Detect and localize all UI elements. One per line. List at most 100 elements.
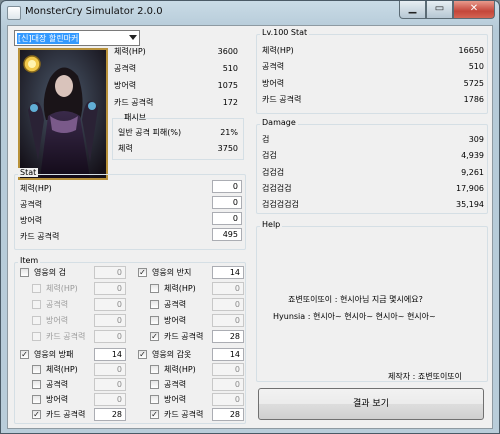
title-bar[interactable]: MonsterCry Simulator 2.0.0 ▁ ▭ ✕ [1, 1, 499, 25]
item-shield-sub-input[interactable]: 0 [94, 393, 126, 406]
lv100-value: 5725 [463, 79, 484, 88]
passive-row: 일반 공격 피해(%) 21% [118, 127, 238, 139]
item-armor-sub-checkbox[interactable] [150, 395, 159, 404]
damage-value: 309 [468, 135, 484, 144]
item-armor-sub-label: 공격력 [164, 380, 187, 389]
item-armor-sub-input[interactable]: 0 [212, 363, 244, 376]
item-shield-sub-input[interactable]: 28 [94, 408, 126, 421]
item-armor-sub-input[interactable]: 0 [212, 393, 244, 406]
damage-value: 17,906 [456, 184, 484, 193]
item-ring-sub-input[interactable]: 0 [212, 314, 244, 327]
item-shield-sub-checkbox[interactable] [32, 395, 41, 404]
card-stat-value: 510 [222, 64, 238, 73]
stat-card-attack-input[interactable]: 495 [212, 228, 242, 241]
item-armor-sub-checkbox[interactable] [150, 365, 159, 374]
damage-label: 검검검 [262, 168, 285, 177]
item-sword-input[interactable]: 0 [94, 266, 126, 279]
item-sword-sub-input[interactable]: 0 [94, 298, 126, 311]
damage-row: 검검 4,939 [262, 150, 484, 162]
item-ring-checkbox[interactable]: ✓ [138, 268, 147, 277]
item-ring-label: 영웅의 반지 [152, 268, 192, 277]
chevron-down-icon[interactable] [129, 35, 137, 40]
maximize-button[interactable]: ▭ [426, 1, 453, 19]
stat-label: 체력(HP) [20, 184, 52, 193]
item-sword-checkbox[interactable] [20, 268, 29, 277]
item-shield-sub-checkbox[interactable] [32, 365, 41, 374]
lv100-label: 카드 공격력 [262, 95, 302, 104]
minimize-button[interactable]: ▁ [399, 1, 426, 19]
item-ring-sub-input[interactable]: 0 [212, 282, 244, 295]
item-shield-sub-input[interactable]: 0 [94, 363, 126, 376]
item-armor-sub-checkbox[interactable]: ✓ [150, 410, 159, 419]
hero-select[interactable]: [신]대장 할린마커 [14, 30, 140, 46]
item-sword-sub-checkbox[interactable] [32, 300, 41, 309]
damage-row: 검검검 9,261 [262, 167, 484, 179]
item-ring-sub-checkbox[interactable]: ✓ [150, 332, 159, 341]
stat-label: 공격력 [20, 200, 43, 209]
lv100-label: 방어력 [262, 79, 285, 88]
card-stat-label: 방어력 [114, 81, 137, 90]
item-ring-input[interactable]: 14 [212, 266, 244, 279]
item-armor-checkbox[interactable]: ✓ [138, 350, 147, 359]
damage-value: 35,194 [456, 200, 484, 209]
item-sword-sub-input[interactable]: 0 [94, 314, 126, 327]
card-stat-row: 공격력 510 [114, 63, 238, 75]
item-sword-sub-checkbox[interactable] [32, 284, 41, 293]
item-ring-sub-checkbox[interactable] [150, 300, 159, 309]
lv100-value: 1786 [463, 95, 484, 104]
passive-title: 패시브 [124, 113, 147, 122]
item-sword-sub-input[interactable]: 0 [94, 282, 126, 295]
show-results-button[interactable]: 결과 보기 [258, 388, 484, 420]
item-armor-sub-input[interactable]: 28 [212, 408, 244, 421]
stat-row: 공격력 [20, 199, 100, 211]
item-shield-sub-checkbox[interactable] [32, 380, 41, 389]
stat-label: 방어력 [20, 216, 43, 225]
item-armor-input[interactable]: 14 [212, 348, 244, 361]
help-title: Help [260, 220, 283, 229]
damage-value: 4,939 [461, 151, 484, 160]
damage-row: 검검검검 17,906 [262, 183, 484, 195]
item-sword-sub-input[interactable]: 0 [94, 330, 126, 343]
lv100-value: 510 [468, 62, 484, 71]
lv100-title: Lv.100 Stat [260, 28, 310, 37]
app-window: MonsterCry Simulator 2.0.0 ▁ ▭ ✕ [신]대장 할… [0, 0, 500, 434]
item-ring-sub-input[interactable]: 28 [212, 330, 244, 343]
card-stat-row: 체력(HP) 3600 [114, 46, 238, 58]
item-shield-sub-input[interactable]: 0 [94, 378, 126, 391]
stat-row: 체력(HP) [20, 183, 100, 195]
item-shield-sub-label: 체력(HP) [46, 365, 78, 374]
stat-defense-input[interactable]: 0 [212, 212, 242, 225]
lv100-value: 16650 [458, 46, 484, 55]
item-shield-sub-label: 공격력 [46, 380, 69, 389]
item-armor-label: 영웅의 갑옷 [152, 350, 192, 359]
item-shield-sub-checkbox[interactable]: ✓ [32, 410, 41, 419]
item-ring-sub-label: 방어력 [164, 316, 187, 325]
card-stat-row: 방어력 1075 [114, 80, 238, 92]
hero-select-value: [신]대장 할린마커 [17, 33, 80, 44]
item-armor-sub-checkbox[interactable] [150, 380, 159, 389]
close-button[interactable]: ✕ [453, 1, 495, 19]
passive-label: 체력 [118, 144, 133, 153]
item-armor-sub-input[interactable]: 0 [212, 378, 244, 391]
item-shield-label: 영웅의 방패 [34, 350, 74, 359]
lv100-label: 체력(HP) [262, 46, 294, 55]
item-ring-sub-checkbox[interactable] [150, 284, 159, 293]
help-message-2: Hyunsia : 현시아~ 현시아~ 현시아~ 현시아~ [273, 312, 436, 321]
item-ring-sub-input[interactable]: 0 [212, 298, 244, 311]
item-armor-sub-label: 체력(HP) [164, 365, 196, 374]
damage-row: 검검검검검 35,194 [262, 199, 484, 211]
item-sword-sub-checkbox[interactable] [32, 332, 41, 341]
help-message-1: 죠변또이또이 : 현시아님 지금 몇시에요? [288, 295, 423, 304]
stat-attack-input[interactable]: 0 [212, 196, 242, 209]
item-ring-sub-label: 공격력 [164, 300, 187, 309]
stat-hp-input[interactable]: 0 [212, 180, 242, 193]
damage-title: Damage [260, 118, 298, 127]
item-sword-sub-label: 방어력 [46, 316, 69, 325]
caption-buttons: ▁ ▭ ✕ [399, 1, 495, 19]
item-shield-input[interactable]: 14 [94, 348, 126, 361]
card-stat-label: 체력(HP) [114, 47, 146, 56]
item-shield-checkbox[interactable]: ✓ [20, 350, 29, 359]
item-sword-sub-checkbox[interactable] [32, 316, 41, 325]
card-stat-value: 172 [222, 98, 238, 107]
item-ring-sub-checkbox[interactable] [150, 316, 159, 325]
